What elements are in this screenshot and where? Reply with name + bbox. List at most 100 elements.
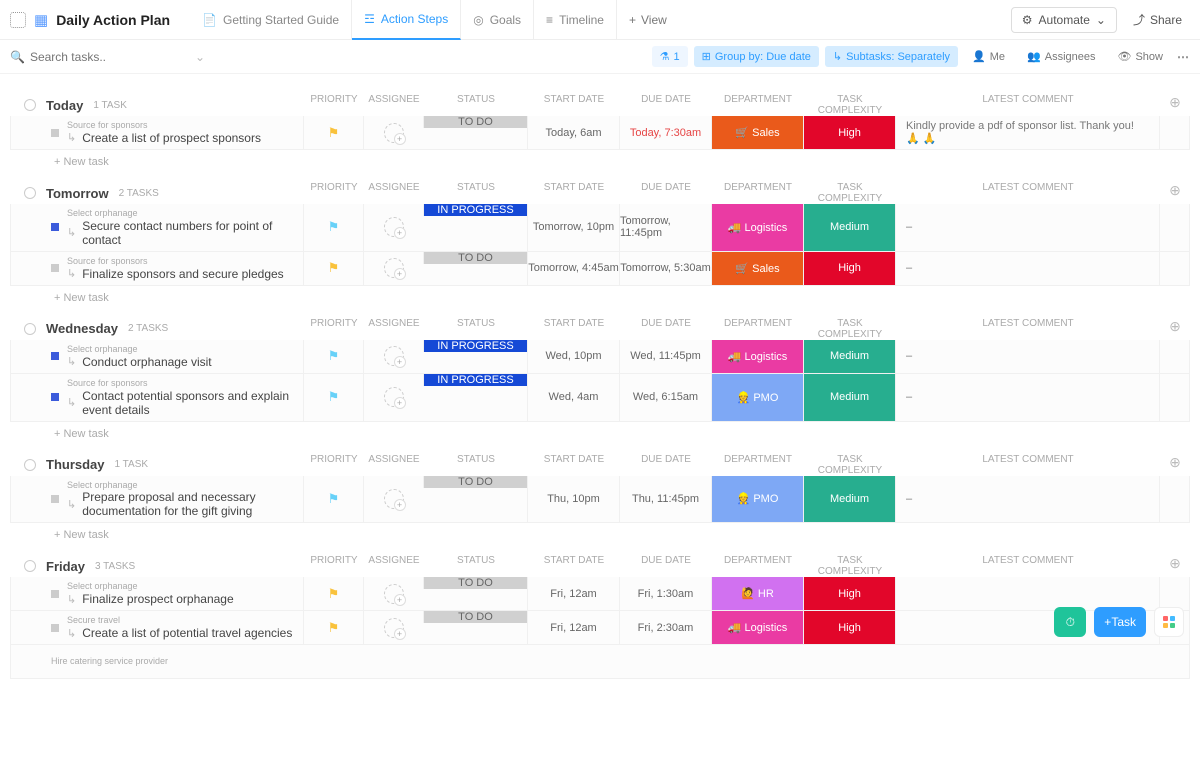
due-date-cell[interactable]: Today, 7:30am	[619, 116, 711, 149]
group-toggle[interactable]	[24, 99, 36, 111]
due-date-cell[interactable]: Wed, 6:15am	[619, 374, 711, 421]
start-date-cell[interactable]: Tomorrow, 4:45am	[527, 252, 619, 285]
subtasks-pill[interactable]: ↳Subtasks: Separately	[825, 46, 958, 67]
due-date-cell[interactable]: Tomorrow, 5:30am	[619, 252, 711, 285]
show-pill[interactable]: 👁Show	[1110, 46, 1172, 67]
due-date-cell[interactable]: Fri, 2:30am	[619, 611, 711, 644]
assignee-cell[interactable]	[363, 577, 423, 610]
complexity-cell[interactable]: Medium	[803, 340, 895, 373]
comment-cell[interactable]: –	[895, 476, 1159, 523]
tab-action-steps[interactable]: ☲Action Steps	[352, 0, 461, 40]
complexity-cell[interactable]: High	[803, 577, 895, 610]
group-toggle[interactable]	[24, 459, 36, 471]
comment-cell[interactable]: –	[895, 374, 1159, 421]
department-cell[interactable]: 🚚 Logistics	[711, 204, 803, 251]
search-input[interactable]	[30, 50, 185, 64]
group-toggle[interactable]	[24, 187, 36, 199]
complexity-cell[interactable]: High	[803, 611, 895, 644]
department-cell[interactable]: 👷 PMO	[711, 476, 803, 523]
task-status-square[interactable]	[51, 495, 59, 503]
complexity-cell[interactable]: Medium	[803, 204, 895, 251]
priority-cell[interactable]: ⚑	[303, 611, 363, 644]
automate-button[interactable]: ⚙Automate⌄	[1011, 7, 1117, 33]
priority-cell[interactable]: ⚑	[303, 374, 363, 421]
department-cell[interactable]: 🛒 Sales	[711, 252, 803, 285]
status-cell[interactable]: IN PROGRESS	[423, 340, 527, 352]
group-toggle[interactable]	[24, 323, 36, 335]
due-date-cell[interactable]: Fri, 1:30am	[619, 577, 711, 610]
due-date-cell[interactable]: Wed, 11:45pm	[619, 340, 711, 373]
task-status-square[interactable]	[51, 624, 59, 632]
status-cell[interactable]: IN PROGRESS	[423, 374, 527, 386]
status-cell[interactable]: TO DO	[423, 577, 527, 589]
status-cell[interactable]: TO DO	[423, 252, 527, 264]
assignee-cell[interactable]	[363, 374, 423, 421]
task-row[interactable]: Source for sponsors ↳Create a list of pr…	[10, 116, 1190, 150]
status-cell[interactable]: TO DO	[423, 116, 527, 128]
apps-button[interactable]	[1154, 607, 1184, 637]
assignee-cell[interactable]	[363, 611, 423, 644]
task-row[interactable]: Select orphanage ↳Conduct orphanage visi…	[10, 340, 1190, 374]
department-cell[interactable]: 🛒 Sales	[711, 116, 803, 149]
share-button[interactable]: ⤴Share	[1125, 6, 1190, 33]
department-cell[interactable]: 👷 PMO	[711, 374, 803, 421]
me-pill[interactable]: 👤Me	[964, 46, 1013, 67]
new-task-link[interactable]: + New task	[10, 523, 1190, 541]
task-row[interactable]: Select orphanage ↳Secure contact numbers…	[10, 204, 1190, 252]
start-date-cell[interactable]: Fri, 12am	[527, 611, 619, 644]
assignee-cell[interactable]	[363, 340, 423, 373]
new-task-link[interactable]: + New task	[10, 286, 1190, 304]
start-date-cell[interactable]: Today, 6am	[527, 116, 619, 149]
start-date-cell[interactable]: Wed, 4am	[527, 374, 619, 421]
complexity-cell[interactable]: High	[803, 116, 895, 149]
due-date-cell[interactable]: Thu, 11:45pm	[619, 476, 711, 523]
assignees-pill[interactable]: 👥Assignees	[1019, 46, 1103, 67]
add-column[interactable]: ⊕	[1160, 94, 1190, 116]
priority-cell[interactable]: ⚑	[303, 204, 363, 251]
department-cell[interactable]: 🚚 Logistics	[711, 611, 803, 644]
task-row[interactable]: Select orphanage ↳Prepare proposal and n…	[10, 476, 1190, 524]
start-date-cell[interactable]: Wed, 10pm	[527, 340, 619, 373]
status-cell[interactable]: IN PROGRESS	[423, 204, 527, 216]
department-cell[interactable]: 🚚 Logistics	[711, 340, 803, 373]
add-column[interactable]: ⊕	[1160, 555, 1190, 577]
start-date-cell[interactable]: Fri, 12am	[527, 577, 619, 610]
comment-cell[interactable]: –	[895, 204, 1159, 251]
new-task-link[interactable]: + New task	[10, 422, 1190, 440]
priority-cell[interactable]: ⚑	[303, 340, 363, 373]
start-date-cell[interactable]: Tomorrow, 10pm	[527, 204, 619, 251]
new-task-button[interactable]: + Task	[1094, 607, 1146, 637]
complexity-cell[interactable]: Medium	[803, 374, 895, 421]
add-view-button[interactable]: +View	[617, 13, 679, 27]
assignee-cell[interactable]	[363, 204, 423, 251]
tab-timeline[interactable]: ≡Timeline	[534, 0, 617, 40]
comment-cell[interactable]: Kindly provide a pdf of sponsor list. Th…	[895, 116, 1159, 149]
priority-cell[interactable]: ⚑	[303, 116, 363, 149]
timer-button[interactable]: ⏱	[1054, 607, 1086, 637]
filter-pill[interactable]: ⚗1	[652, 46, 688, 67]
task-status-square[interactable]	[51, 590, 59, 598]
task-status-square[interactable]	[51, 223, 59, 231]
comment-cell[interactable]: –	[895, 340, 1159, 373]
start-date-cell[interactable]: Thu, 10pm	[527, 476, 619, 523]
due-date-cell[interactable]: Tomorrow, 11:45pm	[619, 204, 711, 251]
task-row[interactable]: Source for sponsors ↳Contact potential s…	[10, 374, 1190, 422]
task-status-square[interactable]	[51, 264, 59, 272]
more-menu[interactable]: ⋯	[1177, 50, 1190, 64]
add-column[interactable]: ⊕	[1160, 318, 1190, 340]
tab-goals[interactable]: ◎Goals	[461, 0, 534, 40]
tab-getting-started[interactable]: 📄Getting Started Guide	[190, 0, 352, 40]
groupby-pill[interactable]: ⊞Group by: Due date	[694, 46, 819, 67]
status-cell[interactable]: TO DO	[423, 476, 527, 488]
comment-cell[interactable]	[895, 577, 1159, 610]
status-cell[interactable]: TO DO	[423, 611, 527, 623]
assignee-cell[interactable]	[363, 252, 423, 285]
priority-cell[interactable]: ⚑	[303, 252, 363, 285]
task-row[interactable]: Select orphanage ↳Finalize prospect orph…	[10, 577, 1190, 611]
comment-cell[interactable]: –	[895, 252, 1159, 285]
add-column[interactable]: ⊕	[1160, 182, 1190, 204]
search-collapse[interactable]: ⌄	[191, 46, 209, 68]
complexity-cell[interactable]: Medium	[803, 476, 895, 523]
department-cell[interactable]: 🙋 HR	[711, 577, 803, 610]
priority-cell[interactable]: ⚑	[303, 577, 363, 610]
